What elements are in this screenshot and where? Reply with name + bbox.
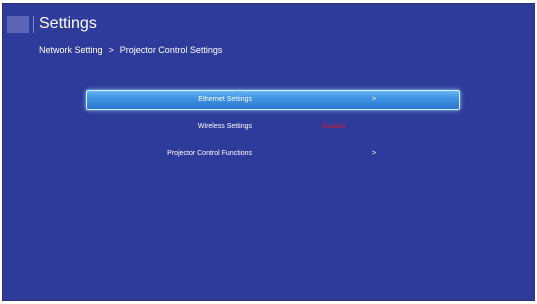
breadcrumb-separator: > bbox=[108, 45, 114, 55]
chevron-right-icon: > bbox=[371, 96, 377, 103]
title-block-icon bbox=[7, 16, 29, 33]
breadcrumb-current: Projector Control Settings bbox=[119, 45, 223, 55]
menu-item-value-disabled: Disabled bbox=[322, 124, 346, 130]
title-divider bbox=[33, 16, 34, 33]
chevron-right-icon: > bbox=[371, 150, 377, 157]
menu-item-projector-control-functions[interactable]: Projector Control Functions > bbox=[86, 144, 460, 164]
menu-item-ethernet-settings[interactable]: Ethernet Settings > bbox=[86, 90, 460, 110]
projector-settings-screen: Settings Network Setting > Projector Contr… bbox=[2, 3, 535, 301]
menu-item-label: Projector Control Functions bbox=[167, 150, 252, 157]
menu-item-label: Wireless Settings bbox=[197, 123, 252, 130]
page-title: Settings bbox=[39, 15, 97, 32]
menu-item-wireless-settings[interactable]: Wireless Settings Disabled bbox=[86, 117, 460, 137]
breadcrumb-parent[interactable]: Network Setting bbox=[39, 45, 103, 55]
menu-item-label: Ethernet Settings bbox=[198, 96, 252, 103]
settings-menu: Ethernet Settings > Wireless Settings Di… bbox=[86, 90, 460, 171]
breadcrumb: Network Setting > Projector Control Settin… bbox=[39, 44, 222, 56]
